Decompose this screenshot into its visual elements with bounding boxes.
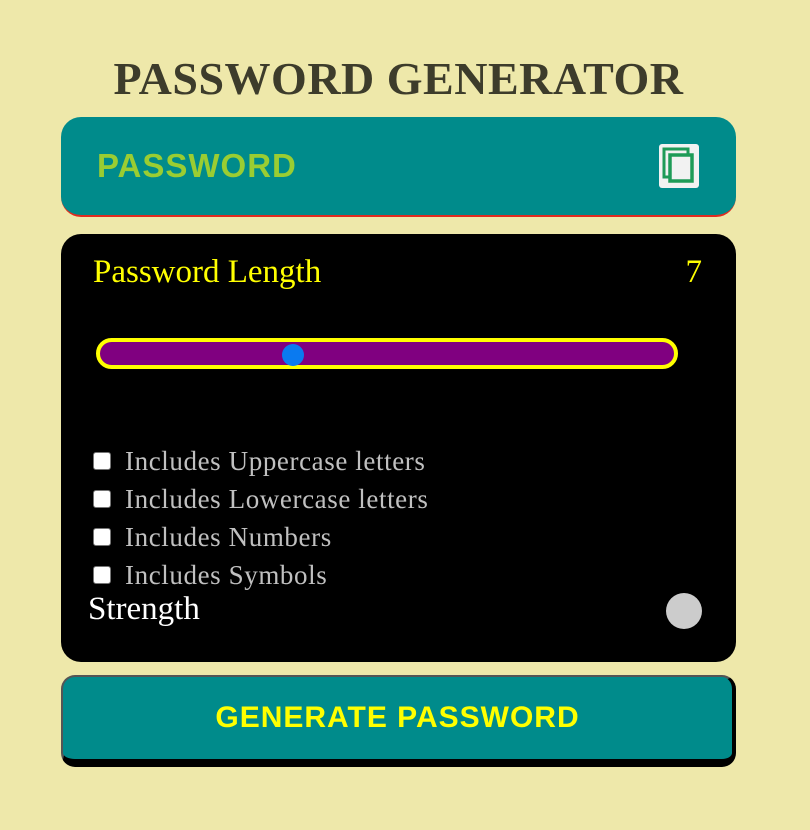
lowercase-checkbox[interactable] — [93, 490, 111, 508]
copy-icon — [662, 147, 694, 183]
uppercase-checkbox[interactable] — [93, 452, 111, 470]
length-label: Password Length — [93, 254, 322, 290]
strength-indicator — [666, 593, 702, 629]
strength-label: Strength — [88, 591, 200, 627]
option-uppercase: Includes Uppercase letters — [93, 446, 425, 476]
password-output: PASSWORD — [97, 147, 297, 184]
password-display: PASSWORD — [61, 117, 736, 217]
uppercase-label: Includes Uppercase letters — [125, 445, 426, 476]
symbols-checkbox[interactable] — [93, 566, 111, 584]
numbers-checkbox[interactable] — [93, 528, 111, 546]
option-lowercase: Includes Lowercase letters — [93, 484, 428, 514]
slider-thumb[interactable] — [282, 344, 304, 366]
length-slider[interactable] — [96, 338, 678, 369]
settings-panel: Password Length 7 Includes Uppercase let… — [61, 234, 736, 662]
symbols-label: Includes Symbols — [125, 559, 328, 590]
lowercase-label: Includes Lowercase letters — [125, 483, 429, 514]
length-value: 7 — [685, 254, 703, 290]
numbers-label: Includes Numbers — [125, 521, 332, 552]
generate-button-label: GENERATE PASSWORD — [215, 701, 580, 734]
page-title: PASSWORD GENERATOR — [113, 53, 684, 104]
generate-password-button[interactable]: GENERATE PASSWORD — [61, 675, 736, 767]
option-symbols: Includes Symbols — [93, 560, 327, 590]
copy-button[interactable] — [659, 144, 699, 188]
option-numbers: Includes Numbers — [93, 522, 332, 552]
